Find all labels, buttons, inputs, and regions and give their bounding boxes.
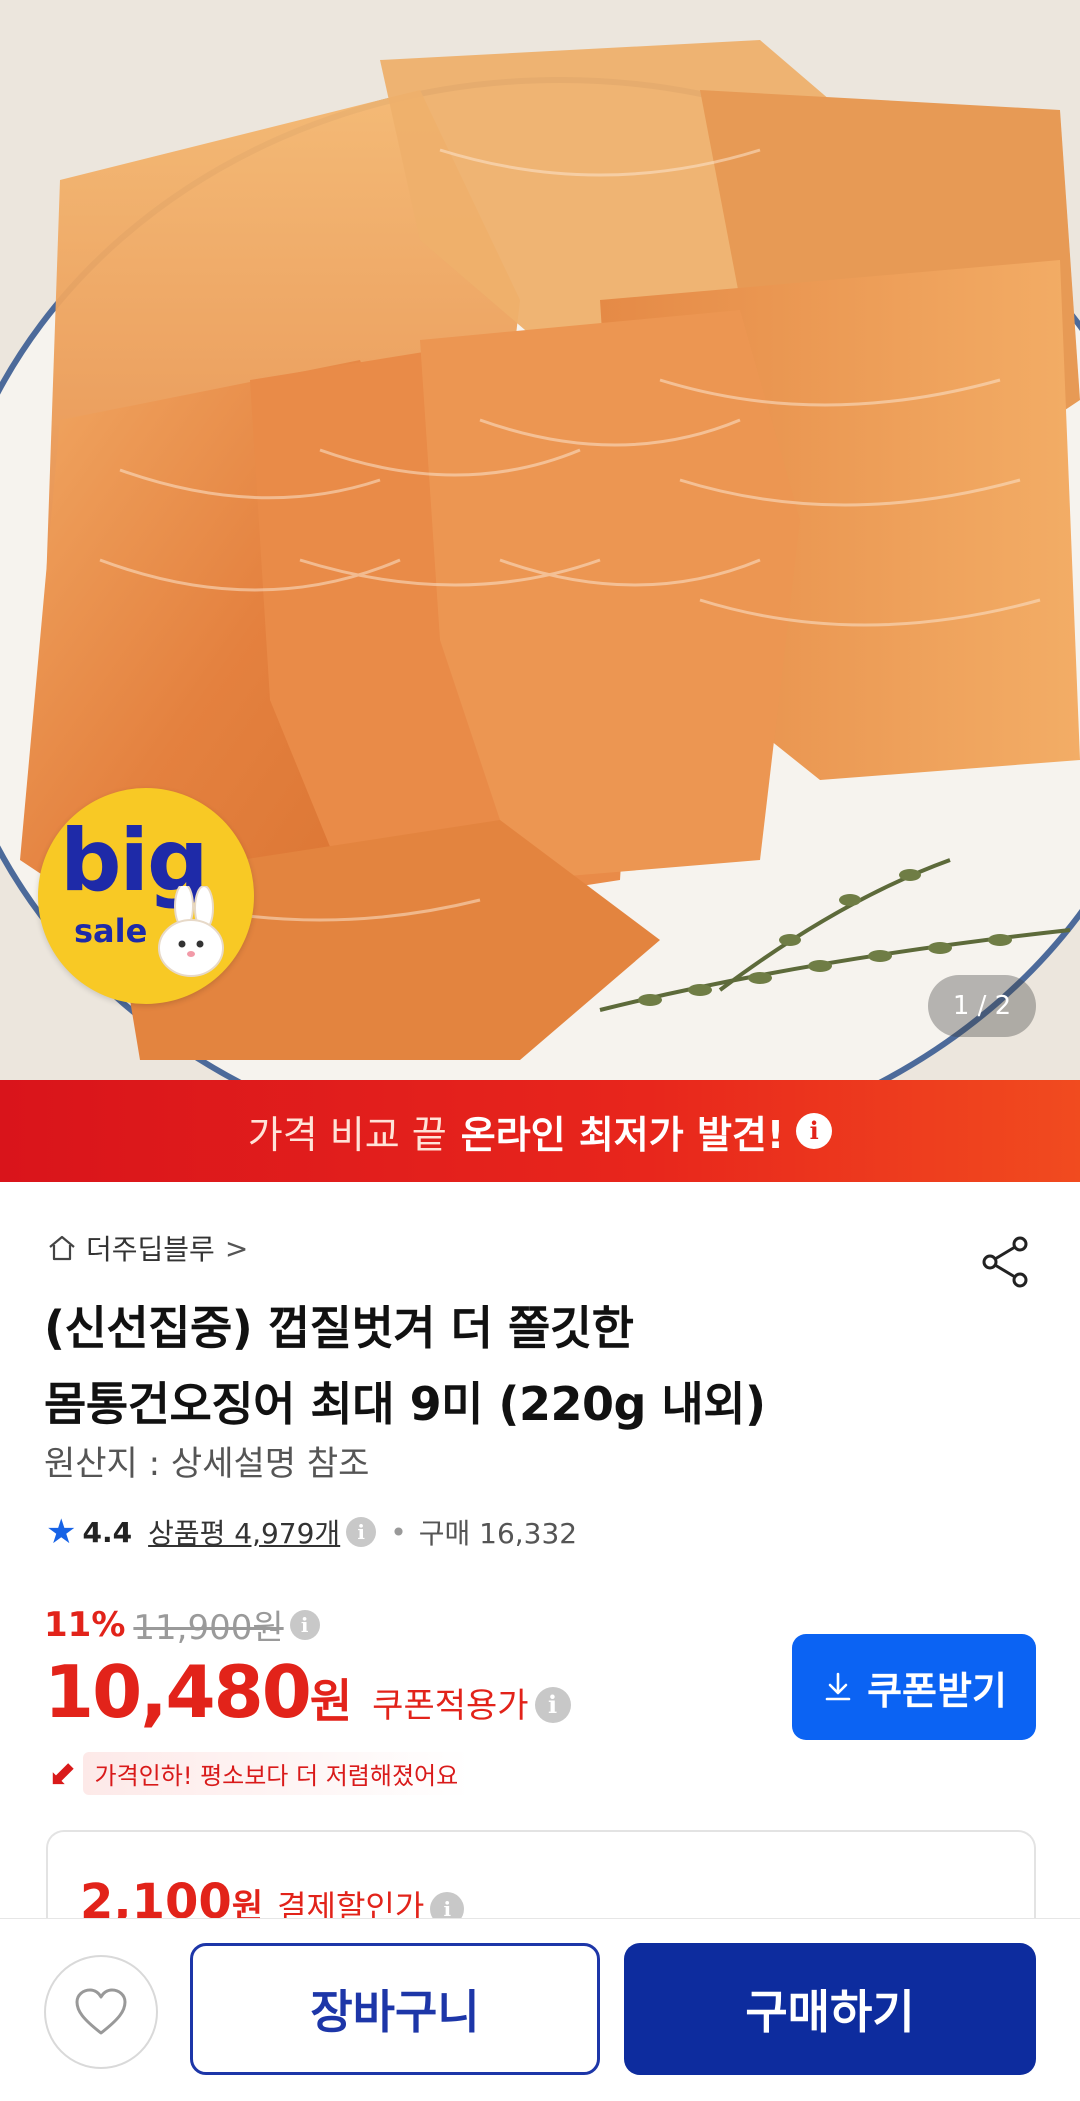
star-icon: ★	[46, 1512, 77, 1552]
lowest-price-banner[interactable]: 가격 비교 끝 온라인 최저가 발견! i	[0, 1080, 1080, 1182]
store-name: 더주딥블루	[86, 1233, 215, 1266]
info-icon[interactable]: i	[796, 1113, 833, 1149]
heart-icon	[75, 1988, 127, 2035]
buy-now-button[interactable]: 구매하기	[624, 1943, 1036, 2075]
coupon-button-label: 쿠폰받기	[867, 1668, 1007, 1713]
rating-score: 4.4	[82, 1515, 133, 1549]
bottom-action-bar: 장바구니 구매하기	[0, 1918, 1080, 2101]
reviews-link[interactable]: 상품평 4,979개	[148, 1512, 340, 1552]
coupon-download-button[interactable]: 쿠폰받기	[792, 1634, 1036, 1740]
big-sale-badge: big sale	[38, 788, 254, 1004]
product-title: (신선집중) 껍질벗겨 더 쫄깃한 몸통건오징어 최대 9미 (220g 내외)	[44, 1290, 984, 1442]
price-down-arrow-icon: ⬋	[48, 1753, 77, 1794]
price-drop-text: 가격인하! 평소보다 더 저렴해졌어요	[82, 1752, 471, 1795]
info-icon[interactable]: i	[534, 1687, 571, 1723]
coupon-price-label: 쿠폰적용가	[372, 1686, 529, 1726]
sale-price: 10,480	[44, 1650, 312, 1734]
price-row: 10,480 원 쿠폰적용가 i	[44, 1650, 571, 1734]
add-to-cart-button[interactable]: 장바구니	[190, 1943, 600, 2075]
product-title-line-1: (신선집중) 껍질벗겨 더 쫄깃한	[44, 1301, 634, 1355]
info-icon[interactable]: i	[289, 1609, 320, 1640]
download-icon	[825, 1672, 851, 1701]
page-indicator: 1 / 2	[928, 975, 1036, 1037]
price-unit: 원	[309, 1674, 353, 1728]
store-link[interactable]: 더주딥블루 >	[46, 1228, 248, 1268]
rating-row: ★ 4.4 상품평 4,979개 i • 구매 16,332	[46, 1512, 577, 1552]
separator-dot: •	[390, 1515, 407, 1549]
chevron-right-icon: >	[224, 1231, 249, 1265]
discount-percent: 11%	[44, 1604, 126, 1645]
origin-info: 원산지 : 상세설명 참조	[44, 1444, 370, 1484]
info-icon[interactable]: i	[346, 1517, 377, 1547]
discount-row: 11% 11,900원 i	[44, 1600, 320, 1649]
wishlist-button[interactable]	[44, 1955, 158, 2069]
share-icon[interactable]	[976, 1232, 1036, 1292]
product-image-carousel[interactable]: big sale 1 / 2	[0, 0, 1080, 1080]
banner-text-light: 가격 비교 끝	[247, 1112, 447, 1157]
banner-text-strong: 온라인 최저가 발견!	[460, 1112, 785, 1157]
purchase-count: 구매 16,332	[418, 1517, 578, 1550]
rabbit-mascot-icon	[158, 886, 224, 977]
home-icon	[49, 1235, 75, 1261]
price-drop-notice: ⬋ 가격인하! 평소보다 더 저렴해졌어요	[48, 1752, 471, 1795]
original-price: 11,900원	[133, 1608, 284, 1648]
product-title-line-2: 몸통건오징어 최대 9미 (220g 내외)	[44, 1377, 766, 1431]
